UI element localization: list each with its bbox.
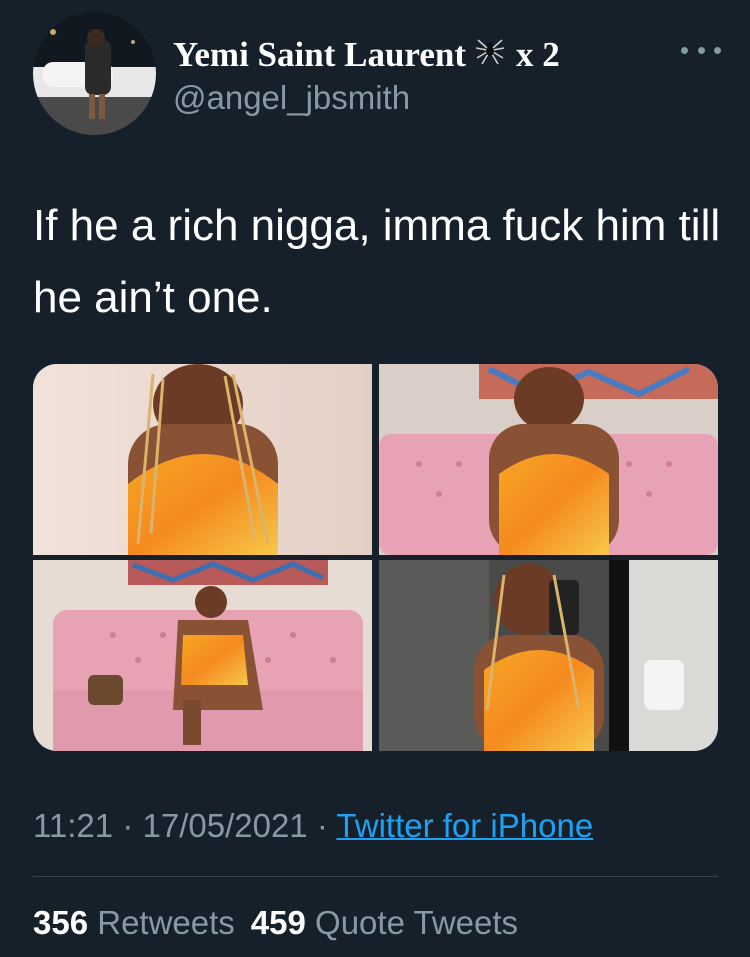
tweet-text: If he a rich nigga, imma fuck him till h… — [33, 201, 721, 322]
spider-icon — [474, 34, 506, 75]
tweet-time[interactable]: 11:21 — [33, 807, 113, 844]
retweets-label: Retweets — [97, 904, 235, 941]
quotes-count: 459 — [250, 904, 306, 941]
tweet-source-link[interactable]: Twitter for iPhone — [336, 807, 593, 844]
tweet-date[interactable]: 17/05/2021 — [142, 807, 307, 844]
media-grid — [33, 364, 718, 751]
meta-separator-2: · — [316, 807, 328, 844]
display-name[interactable]: Yemi Saint Laurent x 2 — [173, 34, 560, 75]
quotes-stat[interactable]: 459 Quote Tweets — [251, 904, 518, 941]
photo-2[interactable] — [379, 364, 718, 555]
display-name-text: Yemi Saint Laurent — [173, 34, 466, 74]
retweets-stat[interactable]: 356 Retweets — [33, 904, 235, 941]
photo-4[interactable] — [379, 560, 718, 751]
avatar[interactable] — [33, 12, 156, 135]
handle[interactable]: @angel_jbsmith — [173, 79, 410, 117]
profile-photo — [33, 12, 156, 135]
divider — [33, 876, 718, 877]
quotes-label: Quote Tweets — [315, 904, 519, 941]
meta-separator: · — [122, 807, 134, 844]
retweets-count: 356 — [33, 904, 89, 941]
photo-1[interactable] — [33, 364, 372, 555]
more-options-icon[interactable] — [681, 40, 721, 60]
photo-3[interactable] — [33, 560, 372, 751]
tweet-meta: 11:21 · 17/05/2021 · Twitter for iPhone — [33, 806, 593, 846]
name-suffix: x 2 — [516, 34, 560, 74]
tweet-stats: 356 Retweets 459 Quote Tweets — [33, 903, 518, 943]
